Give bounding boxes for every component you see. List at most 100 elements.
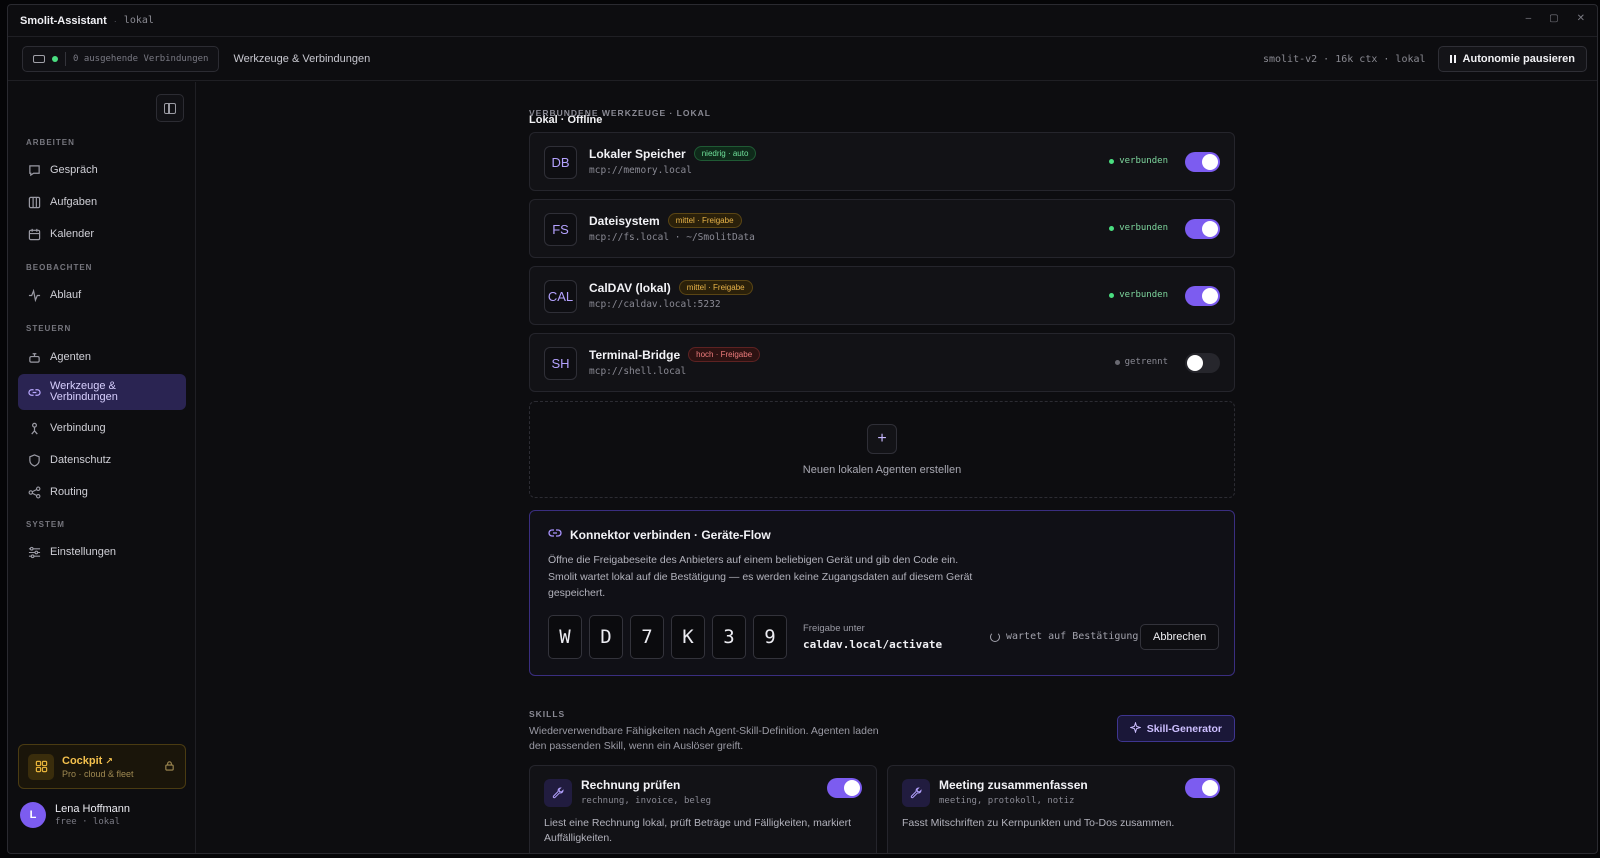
sidebar-item-agenten[interactable]: Agenten (18, 341, 186, 373)
skill-toggle[interactable] (827, 778, 862, 798)
tool-uri: mcp://caldav.local:5232 (589, 299, 721, 310)
sidebar: ARBEITEN Gespräch Aufgaben Kalender BEOB… (8, 82, 196, 853)
tool-card[interactable]: SH Terminal-Bridge hoch · Freigabe mcp://sh… (529, 333, 1235, 392)
model-info: smolit-v2 · 16k ctx · lokal (1262, 53, 1426, 65)
tool-status-label: verbunden (1119, 156, 1168, 166)
link-icon (548, 527, 562, 542)
tool-card[interactable]: FS Dateisystem mittel · Freigabe mcp://fs.l… (529, 199, 1235, 258)
tool-toggle[interactable] (1185, 286, 1220, 306)
person-icon (27, 421, 41, 435)
pause-label: Autonomie pausieren (1462, 53, 1575, 65)
skill-card[interactable]: Meeting zusammenfassen meeting, protokoll… (887, 765, 1235, 853)
close-icon[interactable]: ✕ (1577, 13, 1585, 24)
risk-badge: niedrig · auto (693, 146, 757, 161)
code-digit: D (589, 615, 623, 659)
tool-status: verbunden (1109, 290, 1168, 300)
tool-toggle[interactable] (1185, 219, 1220, 239)
sidebar-item-einstellungen[interactable]: Einstellungen (18, 536, 186, 568)
section-system: SYSTEM (26, 520, 65, 529)
robot-icon (27, 350, 41, 364)
sidebar-item-werkzeuge[interactable]: Werkzeuge & Verbindungen (18, 374, 186, 410)
release-url[interactable]: caldav.local/activate (803, 638, 942, 651)
status-dot-icon (1109, 292, 1115, 298)
tools-header: VERBUNDENE WERKZEUGE · LOKAL (529, 108, 711, 118)
tool-name-row: Lokaler Speicher niedrig · auto (589, 146, 757, 161)
connection-status-pill[interactable]: Lokal · Offline 0 ausgehende Verbindunge… (22, 45, 602, 126)
risk-badge: hoch · Freigabe (688, 347, 761, 362)
pause-icon (1449, 55, 1456, 63)
avatar: L (20, 802, 46, 828)
tool-uri: mcp://shell.local (589, 366, 687, 377)
sidebar-item-label: Kalender (50, 227, 95, 240)
tool-status: getrennt (1114, 357, 1168, 367)
sliders-icon (27, 545, 41, 559)
skill-generator-label: Skill-Generator (1146, 722, 1222, 735)
tool-name: Terminal-Bridge (589, 347, 681, 362)
sidebar-item-gespraech[interactable]: Gespräch (18, 154, 186, 186)
add-agent-card[interactable]: + Neuen lokalen Agenten erstellen (529, 401, 1235, 498)
columns-icon (27, 195, 41, 209)
minimize-icon[interactable]: – (1526, 13, 1532, 24)
cockpit-title-row: Cockpit ↗ (62, 755, 134, 767)
user-profile[interactable]: L Lena Hoffmann free · lokal (20, 802, 130, 828)
cockpit-title: Cockpit (62, 754, 103, 767)
skills-subtitle: Wiederverwendbare Fähigkeiten nach Agent… (529, 725, 879, 752)
online-dot-icon (52, 55, 58, 62)
status-dot-icon (1109, 225, 1115, 231)
cockpit-upsell[interactable]: Cockpit ↗ Pro · cloud & fleet (18, 744, 186, 789)
section-arbeiten: ARBEITEN (26, 138, 75, 147)
shield-icon (27, 453, 41, 467)
tool-status-label: verbunden (1119, 290, 1168, 300)
collapse-sidebar-button[interactable] (156, 94, 184, 122)
sidebar-item-label: Gespräch (50, 163, 98, 176)
maximize-icon[interactable]: ▢ (1549, 13, 1558, 24)
tool-name-row: CalDAV (lokal) mittel · Freigabe (589, 280, 753, 295)
tool-card[interactable]: CAL CalDAV (lokal) mittel · Freigabe mcp://… (529, 266, 1235, 325)
sidebar-toggle-icon (164, 102, 176, 114)
title-bar: Smolit-Assistant · lokal – ▢ ✕ (8, 5, 1597, 37)
tool-name: Dateisystem (589, 213, 660, 228)
status-dot-icon (1114, 359, 1120, 365)
skill-generator-button[interactable]: Skill-Generator (1116, 715, 1235, 742)
tool-uri: mcp://fs.local · ~/SmolitData (589, 232, 755, 243)
section-steuern: STEUERN (26, 324, 72, 333)
drive-icon (33, 54, 45, 63)
plus-icon[interactable]: + (867, 423, 897, 454)
code-digit: K (671, 615, 705, 659)
sidebar-item-label: Einstellungen (50, 545, 117, 558)
code-digit: 7 (630, 615, 664, 659)
tool-abbr-icon: DB (544, 146, 577, 179)
skill-keywords: rechnung, invoice, beleg (581, 796, 712, 806)
tool-card[interactable]: DB Lokaler Speicher niedrig · auto mcp://me… (529, 132, 1235, 191)
sidebar-item-ablauf[interactable]: Ablauf (18, 279, 186, 311)
pause-autonomy-button[interactable]: Autonomie pausieren (1437, 46, 1587, 72)
app-window: Smolit-Assistant · lokal – ▢ ✕ Lokal · O… (7, 4, 1598, 854)
sidebar-item-verbindung[interactable]: Verbindung (18, 412, 186, 444)
activity-icon (27, 288, 41, 302)
skill-description: Liest eine Rechnung lokal, prüft Beträge… (544, 817, 852, 844)
grid-icon (28, 753, 54, 780)
skill-toggle[interactable] (1185, 778, 1220, 798)
sidebar-item-aufgaben[interactable]: Aufgaben (18, 186, 186, 218)
lock-icon (164, 760, 175, 774)
skill-card[interactable]: Rechnung prüfen rechnung, invoice, beleg L… (529, 765, 877, 853)
wrench-icon (902, 779, 930, 807)
sidebar-item-datenschutz[interactable]: Datenschutz (18, 444, 186, 476)
tool-name: CalDAV (lokal) (589, 280, 671, 295)
section-beobachten: BEOBACHTEN (26, 263, 93, 272)
connector-description: Öffne die Freigabeseite des Anbieters au… (548, 554, 973, 599)
sparkle-icon (1128, 720, 1142, 736)
skills-header: SKILLS (529, 709, 566, 719)
link-icon (27, 385, 41, 399)
sidebar-item-routing[interactable]: Routing (18, 476, 186, 508)
tool-toggle[interactable] (1185, 152, 1220, 172)
title-separator: · (113, 15, 117, 26)
spinner-icon (990, 631, 1000, 642)
cancel-button[interactable]: Abbrechen (1140, 624, 1220, 650)
tool-toggle[interactable] (1185, 353, 1220, 373)
sidebar-item-kalender[interactable]: Kalender (18, 218, 186, 250)
tool-status: verbunden (1109, 223, 1168, 233)
tool-abbr-icon: SH (544, 347, 577, 380)
wrench-icon (544, 779, 572, 807)
status-dot-icon (1109, 158, 1115, 164)
